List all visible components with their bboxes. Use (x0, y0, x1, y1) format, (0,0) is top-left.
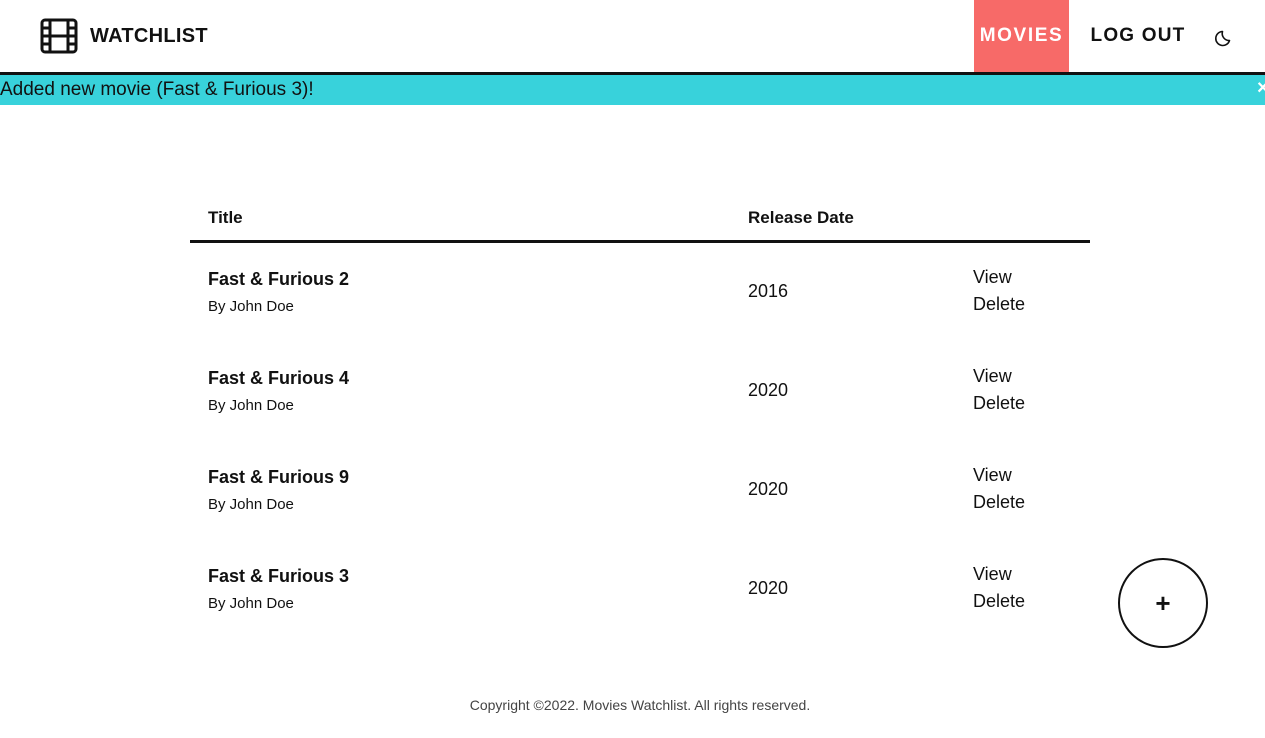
delete-link[interactable]: Delete (973, 294, 1025, 315)
close-icon[interactable]: × (1257, 77, 1265, 100)
movie-release-date: 2020 (748, 578, 789, 598)
movie-release-date: 2020 (748, 380, 789, 400)
movie-title: Fast & Furious 3 (208, 566, 350, 586)
view-link[interactable]: View (973, 564, 1012, 585)
view-link[interactable]: View (973, 465, 1012, 486)
view-link[interactable]: View (973, 267, 1012, 288)
brand-name: WATCHLIST (90, 24, 208, 47)
add-movie-button[interactable]: + (1118, 558, 1208, 648)
moon-icon[interactable] (1214, 26, 1236, 48)
movie-title: Fast & Furious 2 (208, 269, 350, 289)
film-icon (40, 18, 78, 54)
view-link[interactable]: View (973, 366, 1012, 387)
movie-author: By John Doe (208, 397, 294, 414)
table-row: Fast & Furious 9 By John Doe 2020 View D… (190, 441, 1090, 540)
column-header-title: Title (208, 208, 243, 227)
movie-author: By John Doe (208, 298, 294, 315)
delete-link[interactable]: Delete (973, 393, 1025, 414)
nav-logout[interactable]: LOG OUT (1090, 0, 1186, 72)
movie-author: By John Doe (208, 496, 294, 513)
movie-title: Fast & Furious 4 (208, 368, 350, 388)
nav-movies[interactable]: MOVIES (974, 0, 1069, 72)
delete-link[interactable]: Delete (973, 492, 1025, 513)
success-alert: Added new movie (Fast & Furious 3)! × (0, 75, 1265, 105)
site-header: WATCHLIST MOVIES LOG OUT (0, 0, 1265, 75)
movie-release-date: 2020 (748, 479, 789, 499)
brand[interactable]: WATCHLIST (40, 18, 208, 54)
movie-title: Fast & Furious 9 (208, 467, 350, 487)
table-row: Fast & Furious 2 By John Doe 2016 View D… (190, 243, 1090, 342)
movies-table: Title Release Date Fast & Furious 2 By J… (190, 196, 1090, 639)
table-row: Fast & Furious 4 By John Doe 2020 View D… (190, 342, 1090, 441)
delete-link[interactable]: Delete (973, 591, 1025, 612)
column-header-release-date: Release Date (748, 208, 854, 227)
table-header: Title Release Date (190, 196, 1090, 243)
movie-author: By John Doe (208, 595, 294, 612)
movie-release-date: 2016 (748, 281, 789, 301)
footer-copyright: Copyright ©2022. Movies Watchlist. All r… (469, 697, 811, 713)
table-row: Fast & Furious 3 By John Doe 2020 View D… (190, 540, 1090, 639)
alert-message: Added new movie (Fast & Furious 3)! (0, 79, 314, 100)
